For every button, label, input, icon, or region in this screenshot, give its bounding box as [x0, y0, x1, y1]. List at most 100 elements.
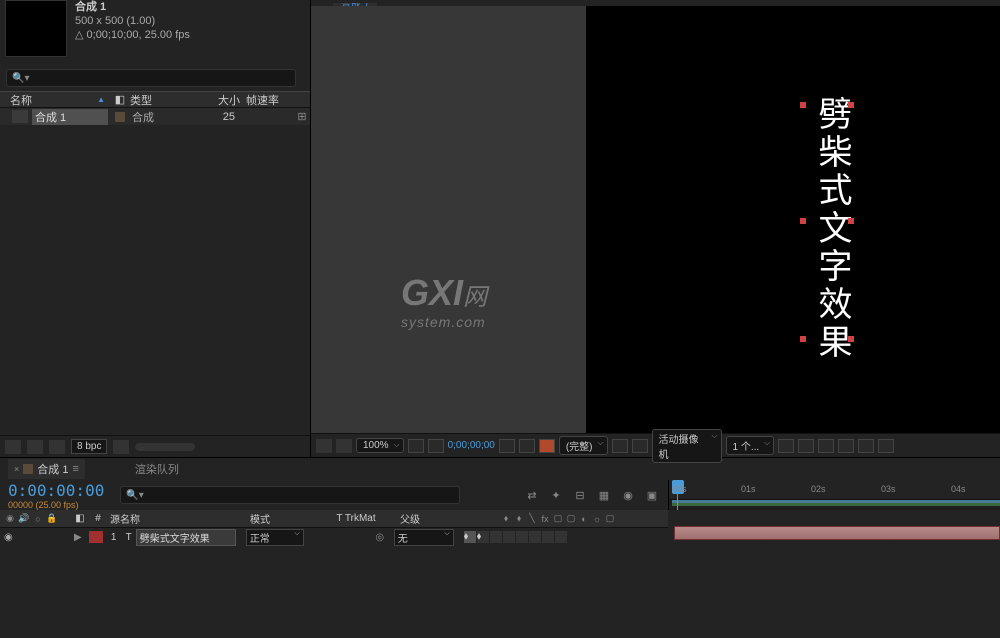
column-size-header[interactable]: 大小	[200, 92, 240, 108]
view-count-dropdown[interactable]: 1 个...	[726, 436, 775, 455]
comp-duration: △ 0;00;10;00, 25.00 fps	[75, 28, 190, 42]
work-area-bar[interactable]	[669, 500, 1000, 506]
refresh-icon[interactable]	[878, 439, 894, 453]
column-type-header[interactable]: 类型	[130, 92, 200, 108]
collapse-col-icon[interactable]: ◐	[578, 513, 590, 525]
comp-mini-flowchart-icon[interactable]: ⇄	[524, 487, 540, 503]
timeline-tab-render[interactable]: 渲染队列	[135, 461, 179, 477]
shy-icon[interactable]: ⊟	[572, 487, 588, 503]
project-item-name[interactable]: 合成 1	[32, 109, 108, 125]
mode-column-header[interactable]: 模式	[246, 511, 316, 526]
audio-switch-icon[interactable]: 🔊	[18, 513, 30, 525]
bpc-button[interactable]: 8 bpc	[71, 439, 107, 454]
project-item-row[interactable]: 合成 1 合成 25 ⊞	[0, 108, 310, 125]
index-column-header[interactable]: #	[90, 513, 106, 524]
layer-trkmat-icon[interactable]: ◎	[372, 532, 388, 543]
video-switch-icon[interactable]: ◉	[4, 513, 16, 525]
new-folder-icon[interactable]	[27, 440, 43, 454]
close-tab-icon[interactable]: ×	[14, 464, 19, 474]
3d-col-icon[interactable]: ▢	[565, 513, 577, 525]
region-interest-icon[interactable]	[612, 439, 628, 453]
column-name-header[interactable]: 名称 ▲	[0, 92, 110, 108]
timeline-layer-row[interactable]: ◉ ▶ 1 T 劈柴式文字效果 正常 ◎ 无 ⬧ ⬧	[0, 528, 668, 546]
zoom-dropdown[interactable]: 100%	[356, 438, 404, 453]
selection-handle-tr[interactable]	[848, 102, 854, 108]
selection-handle-br[interactable]	[848, 336, 854, 342]
adjustment-col-icon[interactable]: ▢	[552, 513, 564, 525]
thumbnail-size-slider[interactable]	[135, 443, 195, 451]
layer-switch[interactable]: ⬧	[464, 531, 476, 543]
selection-handle-bl[interactable]	[800, 336, 806, 342]
layer-switch[interactable]	[503, 531, 515, 543]
trkmat-column-header[interactable]: T TrkMat	[316, 513, 396, 524]
exposure-icon[interactable]	[858, 439, 874, 453]
composition-canvas[interactable]: 劈柴式文字效果	[586, 6, 1000, 433]
toggle-transparency-icon[interactable]	[428, 439, 444, 453]
selection-handle-tl[interactable]	[800, 102, 806, 108]
ruler-tick: 03s	[881, 484, 896, 494]
label-column-icon[interactable]: ◧	[70, 513, 90, 524]
toggle-grid-icon[interactable]	[632, 439, 648, 453]
comp-thumbnail[interactable]	[5, 0, 67, 57]
frame-blend-icon[interactable]: ▦	[596, 487, 612, 503]
playhead-line	[677, 494, 678, 510]
project-item-flowchart-icon[interactable]: ⊞	[294, 110, 310, 123]
layer-switch[interactable]	[555, 531, 567, 543]
new-comp-icon[interactable]	[49, 440, 65, 454]
parent-column-header[interactable]: 父级	[396, 511, 496, 526]
graph-editor-icon[interactable]: ▣	[644, 487, 660, 503]
trash-icon[interactable]	[113, 440, 129, 454]
solo-switch-icon[interactable]: ○	[32, 513, 44, 525]
layer-name[interactable]: 劈柴式文字效果	[136, 529, 236, 546]
draft3d-icon[interactable]: ✦	[548, 487, 564, 503]
snapshot-icon[interactable]	[499, 439, 515, 453]
timeline-tab-active[interactable]: × 合成 1 ≡	[8, 459, 85, 479]
fx-col-icon[interactable]: ⬧	[513, 513, 525, 525]
selection-handle-ml[interactable]	[800, 218, 806, 224]
project-search-input[interactable]: 🔍▾	[6, 69, 296, 87]
layer-switch[interactable]	[516, 531, 528, 543]
timeline-icon[interactable]	[818, 439, 834, 453]
menu-icon[interactable]: ≡	[72, 463, 78, 475]
flowchart-icon[interactable]	[838, 439, 854, 453]
column-fps-header[interactable]: 帧速率	[240, 92, 285, 108]
frameblend-col-icon[interactable]: ╲	[526, 513, 538, 525]
layer-duration-bar[interactable]	[674, 526, 1000, 540]
color-mgmt-icon[interactable]	[539, 439, 555, 453]
camera-dropdown[interactable]: 活动摄像机	[652, 429, 722, 463]
layer-expand-icon[interactable]: ▶	[74, 532, 82, 543]
timeline-search-input[interactable]: 🔍▾	[120, 486, 460, 504]
lock-switch-icon[interactable]: 🔒	[46, 513, 58, 525]
selection-handle-mr[interactable]	[848, 218, 854, 224]
canvas-area[interactable]: GXI网 system.com 劈柴式文字效果	[311, 6, 1000, 433]
source-column-header[interactable]: 源名称	[106, 511, 246, 526]
fast-preview-icon[interactable]	[798, 439, 814, 453]
interpret-footage-icon[interactable]	[5, 440, 21, 454]
layer-switch[interactable]	[529, 531, 541, 543]
layer-switch[interactable]	[490, 531, 502, 543]
layer-visibility-icon[interactable]: ◉	[4, 532, 16, 543]
viewer-timecode[interactable]: 0;00;00;00	[448, 440, 495, 451]
quality-col-icon[interactable]: ☼	[591, 513, 603, 525]
column-label-header[interactable]: ◧	[110, 93, 130, 106]
timeline-ruler[interactable]: 00s 01s 02s 03s 04s	[669, 480, 1000, 500]
shy-col-icon[interactable]: ⬧	[500, 513, 512, 525]
layer-mode-dropdown[interactable]: 正常	[246, 529, 304, 546]
resolution-dropdown[interactable]: (完整)	[559, 436, 608, 455]
layer-colorlabel[interactable]	[89, 531, 103, 543]
grid-guides-icon[interactable]	[408, 439, 424, 453]
layer-switch[interactable]: ⬧	[477, 531, 489, 543]
text-layer-content[interactable]: 劈柴式文字效果	[807, 96, 856, 362]
timeline-timecode[interactable]: 0:00:00:00 00000 (25.00 fps)	[8, 481, 104, 510]
layer-parent-dropdown[interactable]: 无	[394, 529, 454, 546]
motion-blur-icon[interactable]: ◉	[620, 487, 636, 503]
show-channel-icon[interactable]	[519, 439, 535, 453]
layer-switch[interactable]	[542, 531, 554, 543]
project-item-colorlabel[interactable]	[115, 112, 125, 122]
blend-col-icon[interactable]: ▢	[604, 513, 616, 525]
motionblur-col-icon[interactable]: fx	[539, 513, 551, 525]
toggle-mask-icon[interactable]	[336, 439, 352, 453]
pixel-aspect-icon[interactable]	[778, 439, 794, 453]
toggle-alpha-icon[interactable]	[316, 439, 332, 453]
project-empty-area[interactable]	[0, 125, 310, 435]
